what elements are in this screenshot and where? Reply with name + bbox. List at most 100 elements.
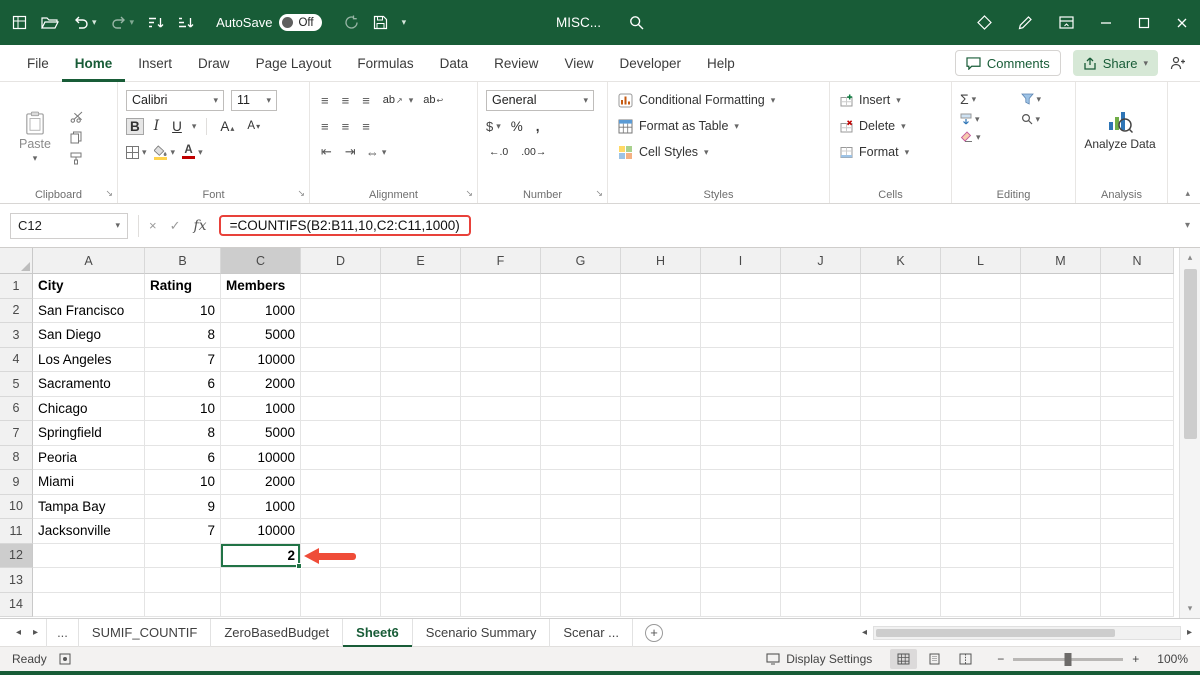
cell-D3[interactable]	[301, 323, 381, 348]
cell-D4[interactable]	[301, 347, 381, 372]
column-header-F[interactable]: F	[461, 248, 541, 274]
cell-G10[interactable]	[541, 494, 621, 519]
column-header-E[interactable]: E	[381, 248, 461, 274]
horizontal-scrollbar[interactable]: ◂ ▸	[862, 625, 1192, 640]
font-name-select[interactable]: Calibri ▾	[126, 89, 224, 111]
cell-K12[interactable]	[861, 543, 941, 568]
cell-D8[interactable]	[301, 445, 381, 470]
cell-K11[interactable]	[861, 519, 941, 544]
cell-N6[interactable]	[1101, 396, 1174, 421]
column-header-L[interactable]: L	[941, 248, 1021, 274]
cell-styles-button[interactable]: Cell Styles ▾	[616, 139, 821, 165]
cell-K5[interactable]	[861, 372, 941, 397]
cell-F8[interactable]	[461, 445, 541, 470]
cell-G6[interactable]	[541, 396, 621, 421]
cell-G12[interactable]	[541, 543, 621, 568]
cell-A10[interactable]: Tampa Bay	[33, 494, 145, 519]
find-select-button[interactable]: ▾	[1021, 113, 1068, 125]
sheet-tab-sheet6[interactable]: Sheet6	[343, 618, 413, 647]
cell-I8[interactable]	[701, 445, 781, 470]
cancel-icon[interactable]: ×	[149, 218, 157, 233]
copy-icon[interactable]	[70, 131, 84, 144]
cell-H8[interactable]	[621, 445, 701, 470]
fill-handle[interactable]	[296, 563, 302, 569]
cell-H13[interactable]	[621, 568, 701, 593]
cell-I1[interactable]	[701, 274, 781, 299]
search-icon[interactable]	[629, 15, 644, 30]
tab-home[interactable]: Home	[62, 45, 126, 82]
autosave-toggle[interactable]: AutoSave Off	[216, 14, 322, 31]
cell-N10[interactable]	[1101, 494, 1174, 519]
cell-I12[interactable]	[701, 543, 781, 568]
cell-M12[interactable]	[1021, 543, 1101, 568]
cell-J9[interactable]	[781, 470, 861, 495]
cell-L14[interactable]	[941, 592, 1021, 617]
cell-G13[interactable]	[541, 568, 621, 593]
enter-icon[interactable]: ✓	[170, 218, 181, 234]
cell-I14[interactable]	[701, 592, 781, 617]
cell-M1[interactable]	[1021, 274, 1101, 299]
cell-H10[interactable]	[621, 494, 701, 519]
cell-L11[interactable]	[941, 519, 1021, 544]
cell-D11[interactable]	[301, 519, 381, 544]
name-box[interactable]: C12 ▾	[10, 212, 128, 239]
draw-pen-icon[interactable]	[1018, 15, 1033, 30]
tab-formulas[interactable]: Formulas	[344, 45, 426, 82]
zoom-slider-thumb[interactable]	[1064, 652, 1072, 666]
increase-font-button[interactable]: A ▴	[217, 119, 237, 134]
column-header-K[interactable]: K	[861, 248, 941, 274]
wrap-text-button[interactable]: ab ↩	[420, 94, 446, 106]
row-header-8[interactable]: 8	[0, 445, 33, 470]
cell-H9[interactable]	[621, 470, 701, 495]
cell-D14[interactable]	[301, 592, 381, 617]
cell-H6[interactable]	[621, 396, 701, 421]
save-icon[interactable]	[373, 15, 388, 30]
row-header-13[interactable]: 13	[0, 568, 33, 593]
cell-E7[interactable]	[381, 421, 461, 446]
minimize-button[interactable]	[1100, 17, 1112, 29]
cell-A1[interactable]: City	[33, 274, 145, 299]
cell-H7[interactable]	[621, 421, 701, 446]
cell-B8[interactable]: 6	[145, 445, 221, 470]
cell-G1[interactable]	[541, 274, 621, 299]
cell-K2[interactable]	[861, 298, 941, 323]
cell-H12[interactable]	[621, 543, 701, 568]
cell-B1[interactable]: Rating	[145, 274, 221, 299]
cell-H1[interactable]	[621, 274, 701, 299]
cell-A11[interactable]: Jacksonville	[33, 519, 145, 544]
cell-H3[interactable]	[621, 323, 701, 348]
cell-B11[interactable]: 7	[145, 519, 221, 544]
cell-G5[interactable]	[541, 372, 621, 397]
cell-I3[interactable]	[701, 323, 781, 348]
tab-help[interactable]: Help	[694, 45, 748, 82]
column-header-C[interactable]: C	[221, 248, 301, 274]
cell-N4[interactable]	[1101, 347, 1174, 372]
cell-F2[interactable]	[461, 298, 541, 323]
cell-G3[interactable]	[541, 323, 621, 348]
cell-K7[interactable]	[861, 421, 941, 446]
cell-C11[interactable]: 10000	[221, 519, 301, 544]
cell-A5[interactable]: Sacramento	[33, 372, 145, 397]
tab-page-layout[interactable]: Page Layout	[243, 45, 345, 82]
tab-developer[interactable]: Developer	[606, 45, 694, 82]
comma-format-button[interactable]: ,	[533, 119, 543, 134]
cell-N11[interactable]	[1101, 519, 1174, 544]
cell-M13[interactable]	[1021, 568, 1101, 593]
cell-E14[interactable]	[381, 592, 461, 617]
cell-B7[interactable]: 8	[145, 421, 221, 446]
cell-C8[interactable]: 10000	[221, 445, 301, 470]
cell-F3[interactable]	[461, 323, 541, 348]
cell-C2[interactable]: 1000	[221, 298, 301, 323]
cell-L6[interactable]	[941, 396, 1021, 421]
cell-F14[interactable]	[461, 592, 541, 617]
format-as-table-button[interactable]: Format as Table ▾	[616, 113, 821, 139]
cell-F9[interactable]	[461, 470, 541, 495]
cell-A2[interactable]: San Francisco	[33, 298, 145, 323]
column-header-J[interactable]: J	[781, 248, 861, 274]
horizontal-scroll-thumb[interactable]	[876, 628, 1115, 637]
cell-A6[interactable]: Chicago	[33, 396, 145, 421]
cell-J12[interactable]	[781, 543, 861, 568]
scroll-up-icon[interactable]: ▴	[1188, 252, 1193, 263]
row-header-9[interactable]: 9	[0, 470, 33, 495]
cell-J10[interactable]	[781, 494, 861, 519]
